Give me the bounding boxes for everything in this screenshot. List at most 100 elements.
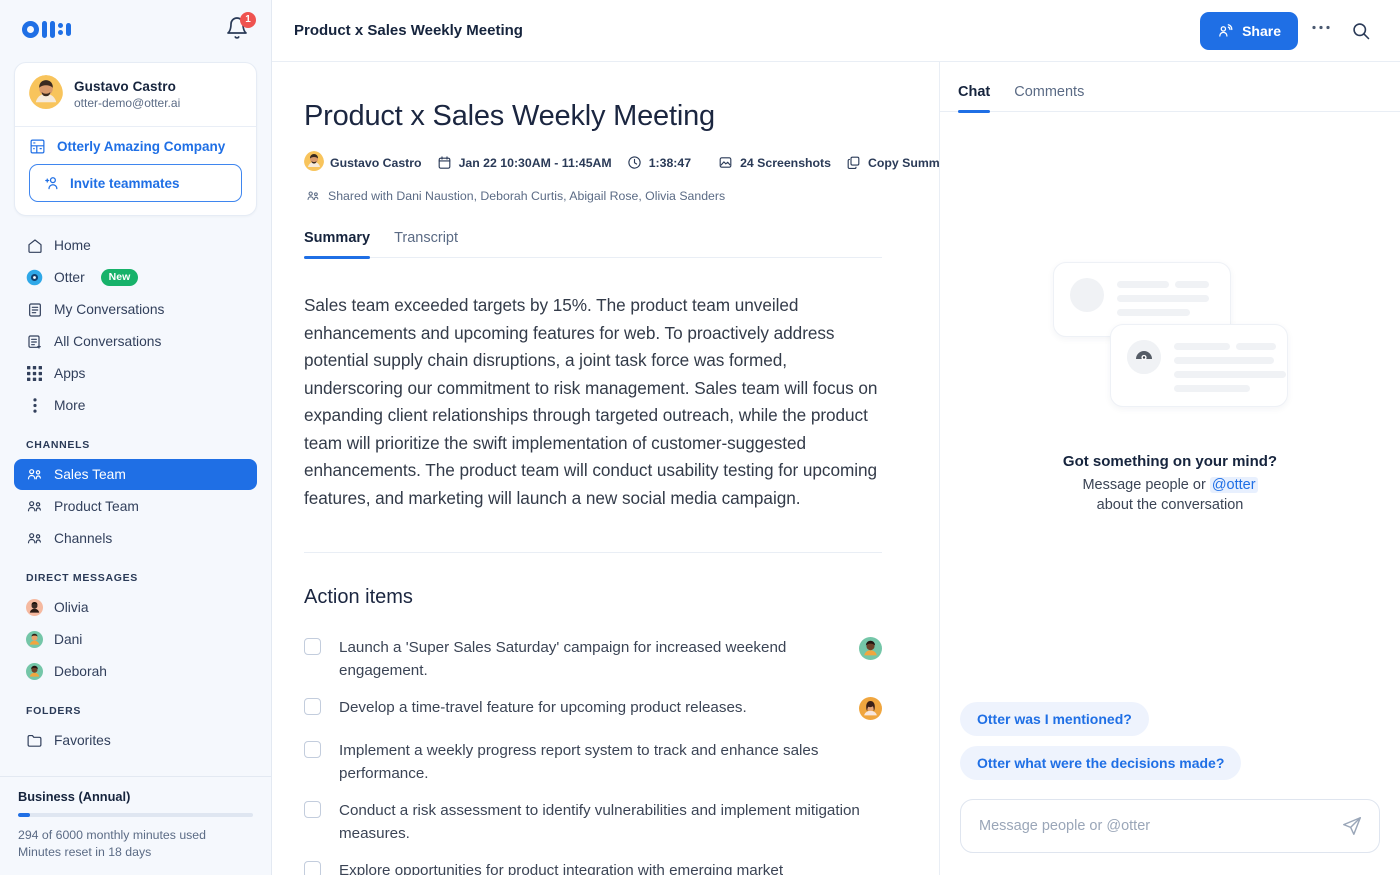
sidebar-item-olivia[interactable]: Olivia [14,592,257,623]
action-item-checkbox[interactable] [304,861,321,875]
sidebar-item-label: Product Team [54,499,139,514]
main-area: Product x Sales Weekly Meeting Share Pro… [272,0,1400,875]
tab-transcript[interactable]: Transcript [394,230,458,257]
action-item: Explore opportunities for product integr… [304,859,882,875]
action-items-title: Action items [304,586,413,608]
otter-logo[interactable] [22,20,71,38]
sidebar-item-label: Favorites [54,733,111,748]
message-input[interactable] [979,818,1341,834]
invite-teammates-label: Invite teammates [70,175,180,191]
send-button[interactable] [1341,815,1363,837]
sidebar-header: 1 [0,0,271,58]
action-item: Launch a 'Super Sales Saturday' campaign… [304,636,882,682]
page-title: Product x Sales Weekly Meeting [304,100,715,132]
share-button[interactable]: Share [1200,11,1298,50]
search-button[interactable] [1344,14,1378,48]
sidebar-item-product-team[interactable]: Product Team [14,491,257,522]
divider [304,552,882,553]
action-item-text: Implement a weekly progress report syste… [339,742,819,782]
document-icon [26,301,43,318]
invite-teammates-button[interactable]: Invite teammates [29,164,242,202]
sidebar-item-label: More [54,398,86,413]
sidebar-item-more[interactable]: More [14,390,257,421]
suggestion-chip[interactable]: Otter was I mentioned? [960,702,1149,736]
meta-date: Jan 22 10:30AM - 11:45AM [436,154,612,171]
sidebar-item-otter[interactable]: Otter New [14,262,257,293]
meta-date-label: Jan 22 10:30AM - 11:45AM [458,155,612,170]
action-item-text: Launch a 'Super Sales Saturday' campaign… [339,639,787,679]
action-item-checkbox[interactable] [304,801,321,818]
copy-summary-label: Copy Summary [867,155,940,170]
people-icon [26,530,43,547]
avatar [304,151,324,174]
sidebar-item-label: Dani [54,632,83,647]
sidebar-item-favorites[interactable]: Favorites [14,725,257,756]
chat-suggestions: Otter was I mentioned? Otter what were t… [940,702,1400,780]
action-item-checkbox[interactable] [304,741,321,758]
share-label: Share [1242,22,1281,39]
sidebar-item-deborah[interactable]: Deborah [14,656,257,687]
avatar[interactable] [859,697,882,725]
suggestion-chip[interactable]: Otter what were the decisions made? [960,746,1242,780]
document-tabs: Summary Transcript [304,230,882,259]
send-icon [1343,817,1361,835]
plan-usage-panel: Business (Annual) 294 of 6000 monthly mi… [0,776,271,875]
copy-summary-button[interactable]: Copy Summary [845,154,940,171]
folder-icon [26,732,43,749]
share-people-icon [1217,22,1234,39]
company-icon [29,138,46,155]
sidebar-item-my-conversations[interactable]: My Conversations [14,294,257,325]
sidebar-item-label: Deborah [54,664,107,679]
otter-icon [26,269,43,286]
otter-mention-link[interactable]: @otter [1209,477,1258,493]
sidebar-item-home[interactable]: Home [14,230,257,261]
chat-empty-line1: Message people or [1082,477,1210,493]
action-item: Develop a time-travel feature for upcomi… [304,696,882,725]
content-row: Product x Sales Weekly Meeting Gustavo C… [272,62,1400,875]
organization-link[interactable]: Otterly Amazing Company [15,127,256,164]
tab-comments[interactable]: Comments [1014,84,1084,111]
sidebar-item-all-conversations[interactable]: All Conversations [14,326,257,357]
sidebar-item-channels[interactable]: Channels [14,523,257,554]
avatar-placeholder [1069,278,1104,312]
action-item-checkbox[interactable] [304,698,321,715]
usage-text: 294 of 6000 monthly minutes used [18,828,206,842]
folders-section-title: FOLDERS [26,705,82,717]
document-panel: Product x Sales Weekly Meeting Gustavo C… [272,62,940,875]
avatar [26,599,43,616]
plan-name: Business (Annual) [18,789,131,804]
chat-composer [960,799,1380,853]
tab-chat[interactable]: Chat [958,84,991,113]
chat-panel: Chat Comments Got something on your mind… [940,62,1400,875]
ellipsis-icon [1312,25,1330,30]
sidebar-item-sales-team[interactable]: Sales Team [14,459,257,490]
direct-messages-section-title: DIRECT MESSAGES [26,572,139,584]
avatar[interactable] [859,637,882,665]
action-item-checkbox[interactable] [304,638,321,655]
sidebar-item-label: Otter [54,270,85,285]
sidebar-item-apps[interactable]: Apps [14,358,257,389]
chat-empty-heading: Got something on your mind? [1062,453,1278,470]
meta-screenshots[interactable]: 24 Screenshots [717,154,831,171]
topbar-title: Product x Sales Weekly Meeting [294,22,523,39]
sidebar-item-dani[interactable]: Dani [14,624,257,655]
chat-tabs: Chat Comments [940,62,1400,113]
more-options-button[interactable] [1304,14,1338,48]
profile-email: otter-demo@otter.ai [74,96,181,110]
notification-badge: 1 [240,12,256,28]
action-item-text: Develop a time-travel feature for upcomi… [339,699,747,716]
add-user-icon [43,175,60,192]
notifications-button[interactable]: 1 [225,12,256,42]
meta-owner: Gustavo Castro [304,151,422,174]
otter-avatar-icon [1126,340,1161,374]
profile-user[interactable]: Gustavo Castro otter-demo@otter.ai [15,63,256,126]
otter-message-card-art [1109,324,1288,407]
sidebar-item-label: Home [54,238,91,253]
chat-empty-subtext: Message people or @otter about the conve… [1082,475,1258,515]
action-item: Implement a weekly progress report syste… [304,739,882,785]
meta-owner-label: Gustavo Castro [330,155,422,170]
shared-with-label: Shared with Dani Naustion, Deborah Curti… [328,188,726,203]
topbar: Product x Sales Weekly Meeting Share [272,0,1400,62]
tab-summary[interactable]: Summary [304,230,371,259]
people-icon [26,498,43,515]
